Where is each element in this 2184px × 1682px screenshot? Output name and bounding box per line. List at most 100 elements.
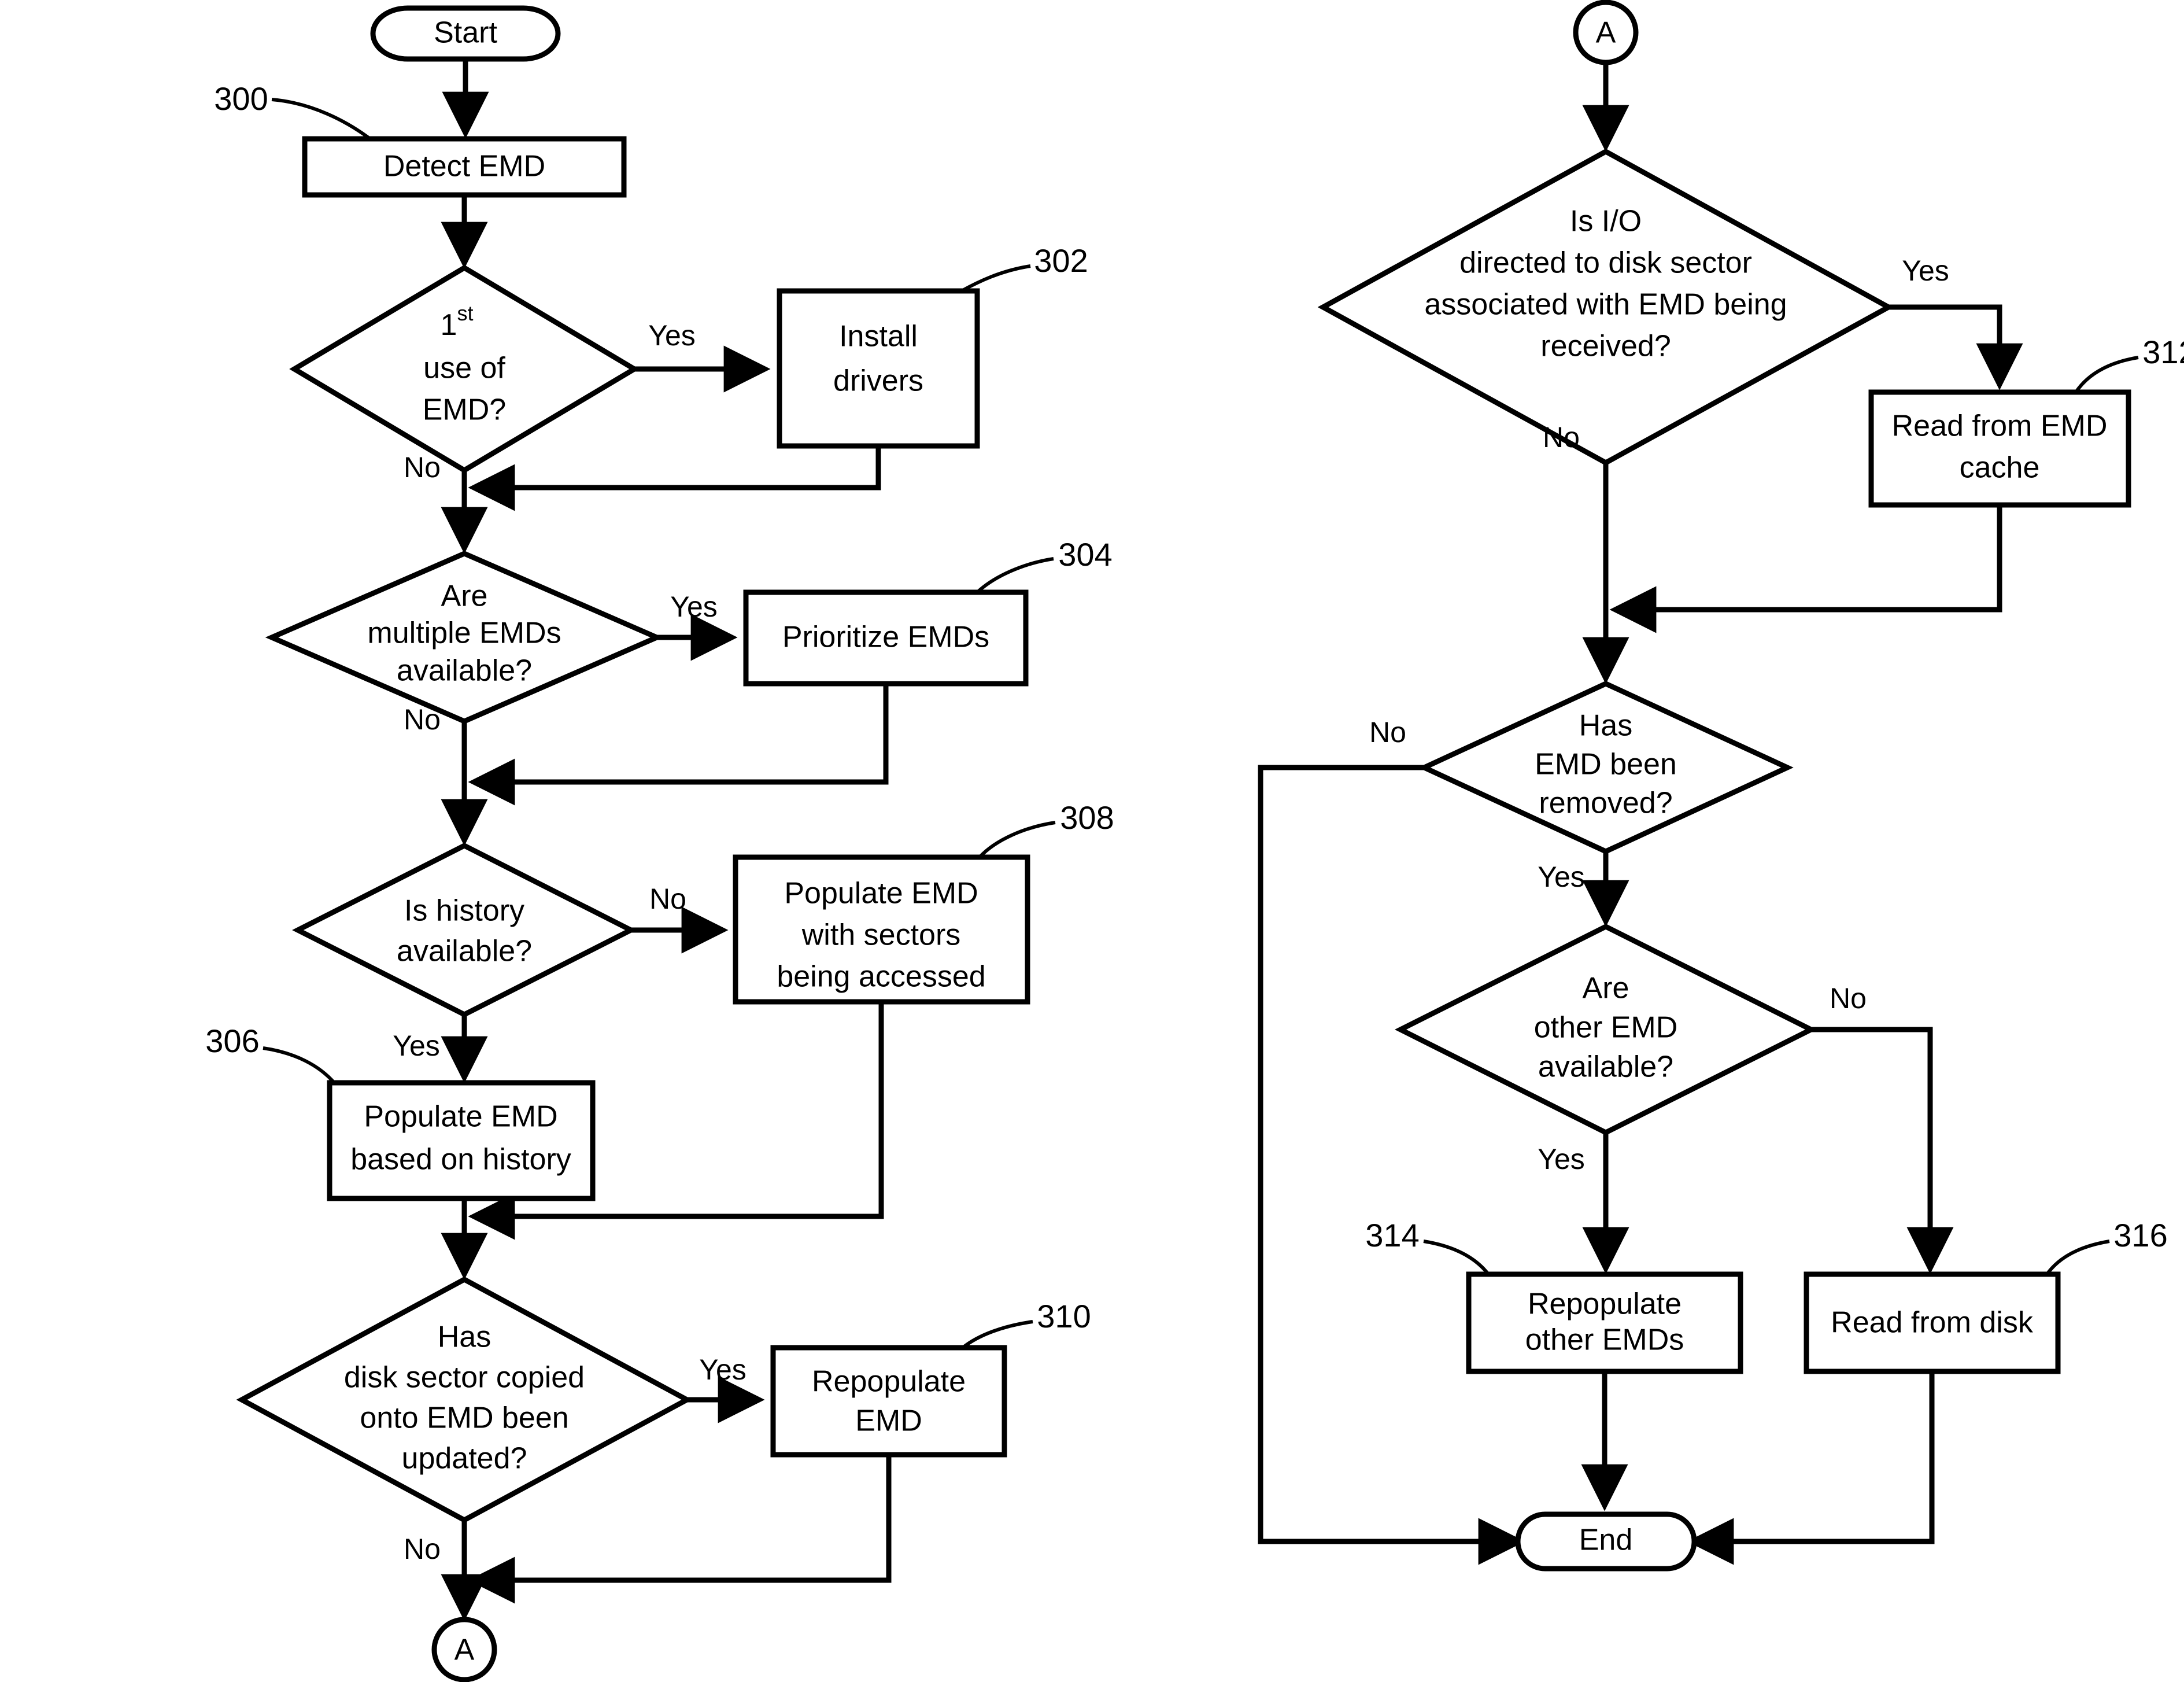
node-first-use-decision: 1st use of EMD?: [289, 264, 640, 474]
node-io-decision: Is I/O directed to disk sector associate…: [1317, 148, 1894, 466]
node-removed-line3: removed?: [1539, 787, 1672, 820]
edge-label-multi-yes: Yes: [670, 591, 718, 623]
ref-302: 302: [960, 242, 1088, 293]
node-removed-line1: Has: [1579, 709, 1632, 743]
node-prioritize-emds-label: Prioritize EMDs: [782, 621, 989, 654]
node-populate-sectors: Populate EMD with sectors being accessed: [733, 854, 1030, 1005]
node-history-line1: Is history: [404, 894, 524, 928]
ref-316-label: 316: [2113, 1217, 2167, 1253]
edge-label-history-yes: Yes: [393, 1030, 440, 1062]
node-start: Start: [370, 5, 561, 62]
node-install-drivers: Install drivers: [777, 288, 980, 449]
node-history-decision: Is history available?: [292, 842, 637, 1018]
flowchart-canvas: Start Detect EMD 300 1st use of EMD? Yes: [205, 0, 2184, 1682]
edge-label-removed-no: No: [1369, 716, 1406, 748]
node-io-line2: directed to disk sector: [1459, 246, 1752, 280]
ref-316: 316: [2045, 1217, 2168, 1275]
node-other-emd-line3: available?: [1538, 1050, 1673, 1084]
node-prioritize-emds: Prioritize EMDs: [743, 589, 1029, 687]
ref-306-label: 306: [205, 1023, 259, 1059]
edge-label-updated-no: No: [404, 1533, 441, 1565]
ref-306: 306: [205, 1023, 336, 1084]
ref-314-label: 314: [1365, 1217, 1419, 1253]
node-connector-a-out: A: [431, 1617, 497, 1682]
edge-install-return: [468, 446, 881, 511]
node-other-emd-line2: other EMD: [1534, 1011, 1678, 1045]
edge-label-io-yes: Yes: [1902, 254, 1949, 287]
node-populate-sectors-line1: Populate EMD: [784, 877, 978, 910]
ref-302-label: 302: [1034, 242, 1088, 279]
node-other-emd-line1: Are: [1583, 972, 1629, 1005]
node-repopulate-emd: Repopulate EMD: [770, 1345, 1007, 1458]
node-updated-decision: Has disk sector copied onto EMD been upd…: [236, 1276, 693, 1524]
node-repopulate-other-line2: other EMDs: [1525, 1323, 1684, 1357]
ref-304: 304: [975, 536, 1113, 594]
edge-label-io-no: No: [1543, 421, 1580, 453]
ref-304-label: 304: [1058, 536, 1112, 573]
node-repopulate-other-emds: Repopulate other EMDs: [1466, 1271, 1743, 1374]
node-removed-decision: Has EMD been removed?: [1418, 681, 1794, 854]
ref-300-label: 300: [214, 80, 268, 117]
node-removed-line2: EMD been: [1535, 748, 1677, 781]
node-io-line4: received?: [1540, 330, 1671, 363]
edge-label-history-no: No: [649, 883, 686, 915]
node-install-drivers-line2: drivers: [833, 364, 923, 398]
node-repopulate-emd-line2: EMD: [855, 1404, 922, 1438]
node-repopulate-emd-line1: Repopulate: [812, 1365, 966, 1399]
edge-removed-no: [1258, 765, 1525, 1565]
edge-label-other-yes: Yes: [1538, 1143, 1585, 1175]
ref-312-label: 312: [2142, 334, 2184, 370]
edge-label-firstuse-no: No: [404, 451, 441, 484]
edge-label-multi-no: No: [404, 703, 441, 736]
edge-read-cache-return: [1609, 505, 2002, 633]
node-updated-line1: Has: [438, 1320, 491, 1354]
node-detect-emd: Detect EMD: [302, 136, 627, 198]
node-read-emd-cache-line2: cache: [1960, 451, 2040, 485]
ref-312: 312: [2074, 334, 2184, 393]
node-history-line2: available?: [397, 935, 532, 968]
node-populate-history-line2: based on history: [350, 1143, 571, 1176]
node-updated-line3: onto EMD been: [360, 1401, 568, 1435]
edge-label-updated-yes: Yes: [699, 1353, 747, 1386]
ref-308: 308: [978, 799, 1114, 859]
node-connector-a-in-label: A: [1596, 16, 1616, 50]
node-populate-history: Populate EMD based on history: [327, 1080, 596, 1201]
node-first-use-line2: use of: [423, 352, 505, 385]
node-populate-sectors-line3: being accessed: [777, 960, 985, 994]
node-read-from-disk-label: Read from disk: [1831, 1306, 2034, 1340]
ref-300: 300: [214, 80, 371, 141]
edge-read-disk-to-end: [1687, 1371, 1935, 1565]
node-end-label: End: [1579, 1524, 1633, 1557]
edge-label-removed-yes: Yes: [1538, 861, 1585, 893]
edge-prioritize-return: [468, 684, 889, 806]
node-other-emd-decision: Are other EMD available?: [1394, 923, 1817, 1136]
node-install-drivers-line1: Install: [839, 320, 918, 353]
flowchart-page: Start Detect EMD 300 1st use of EMD? Yes: [0, 0, 2184, 1682]
node-read-emd-cache-line1: Read from EMD: [1892, 410, 2108, 443]
ref-310-label: 310: [1037, 1298, 1091, 1334]
node-populate-history-line1: Populate EMD: [364, 1100, 557, 1134]
edge-label-firstuse-yes: Yes: [648, 319, 696, 352]
ref-314: 314: [1365, 1217, 1490, 1275]
node-multiple-emds-decision: Are multiple EMDs available?: [265, 551, 664, 724]
node-multiple-line3: available?: [397, 654, 532, 688]
node-multiple-line1: Are: [441, 580, 488, 613]
node-connector-a-in: A: [1573, 0, 1639, 65]
node-first-use-line3: EMD?: [423, 393, 506, 427]
node-multiple-line2: multiple EMDs: [367, 617, 561, 650]
node-io-line1: Is I/O: [1570, 205, 1642, 238]
ref-308-label: 308: [1060, 799, 1114, 836]
node-updated-line4: updated?: [402, 1442, 527, 1476]
node-read-from-disk: Read from disk: [1804, 1271, 2061, 1374]
node-io-line3: associated with EMD being: [1424, 288, 1787, 322]
edge-other-no: [1811, 1027, 1954, 1274]
edge-label-other-no: No: [1830, 982, 1867, 1015]
node-start-label: Start: [434, 16, 497, 50]
edge-io-yes: [1889, 304, 2023, 390]
node-updated-line2: disk sector copied: [344, 1361, 585, 1395]
node-end: End: [1515, 1511, 1697, 1572]
node-connector-a-out-label: A: [454, 1633, 475, 1667]
node-populate-sectors-line2: with sectors: [801, 919, 961, 952]
node-repopulate-other-line1: Repopulate: [1528, 1288, 1682, 1321]
node-detect-emd-label: Detect EMD: [383, 150, 545, 183]
